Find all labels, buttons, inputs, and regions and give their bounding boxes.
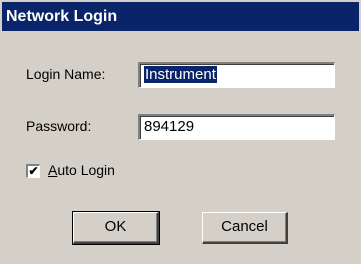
auto-login-checkbox[interactable]: ✔ xyxy=(26,164,40,178)
login-name-value: Instrument xyxy=(144,66,217,83)
dialog-title: Network Login xyxy=(6,8,118,25)
ok-button-label: OK xyxy=(104,218,127,235)
auto-login-label[interactable]: Auto Login xyxy=(48,162,115,178)
password-value: 894129 xyxy=(144,118,195,135)
auto-login-label-rest: uto Login xyxy=(57,162,115,178)
login-name-label: Login Name: xyxy=(26,66,106,82)
cancel-button-label: Cancel xyxy=(221,218,268,235)
auto-login-mnemonic: A xyxy=(48,162,58,178)
checkmark-icon: ✔ xyxy=(28,164,39,178)
login-name-input[interactable]: Instrument xyxy=(138,62,335,88)
ok-button[interactable]: OK xyxy=(72,211,160,245)
password-input[interactable]: 894129 xyxy=(138,114,335,140)
dialog-title-bar[interactable]: Network Login xyxy=(2,2,359,31)
password-label: Password: xyxy=(26,118,92,134)
cancel-button[interactable]: Cancel xyxy=(202,212,288,244)
network-login-dialog: Network Login Login Name: Instrument Pas… xyxy=(0,0,361,264)
